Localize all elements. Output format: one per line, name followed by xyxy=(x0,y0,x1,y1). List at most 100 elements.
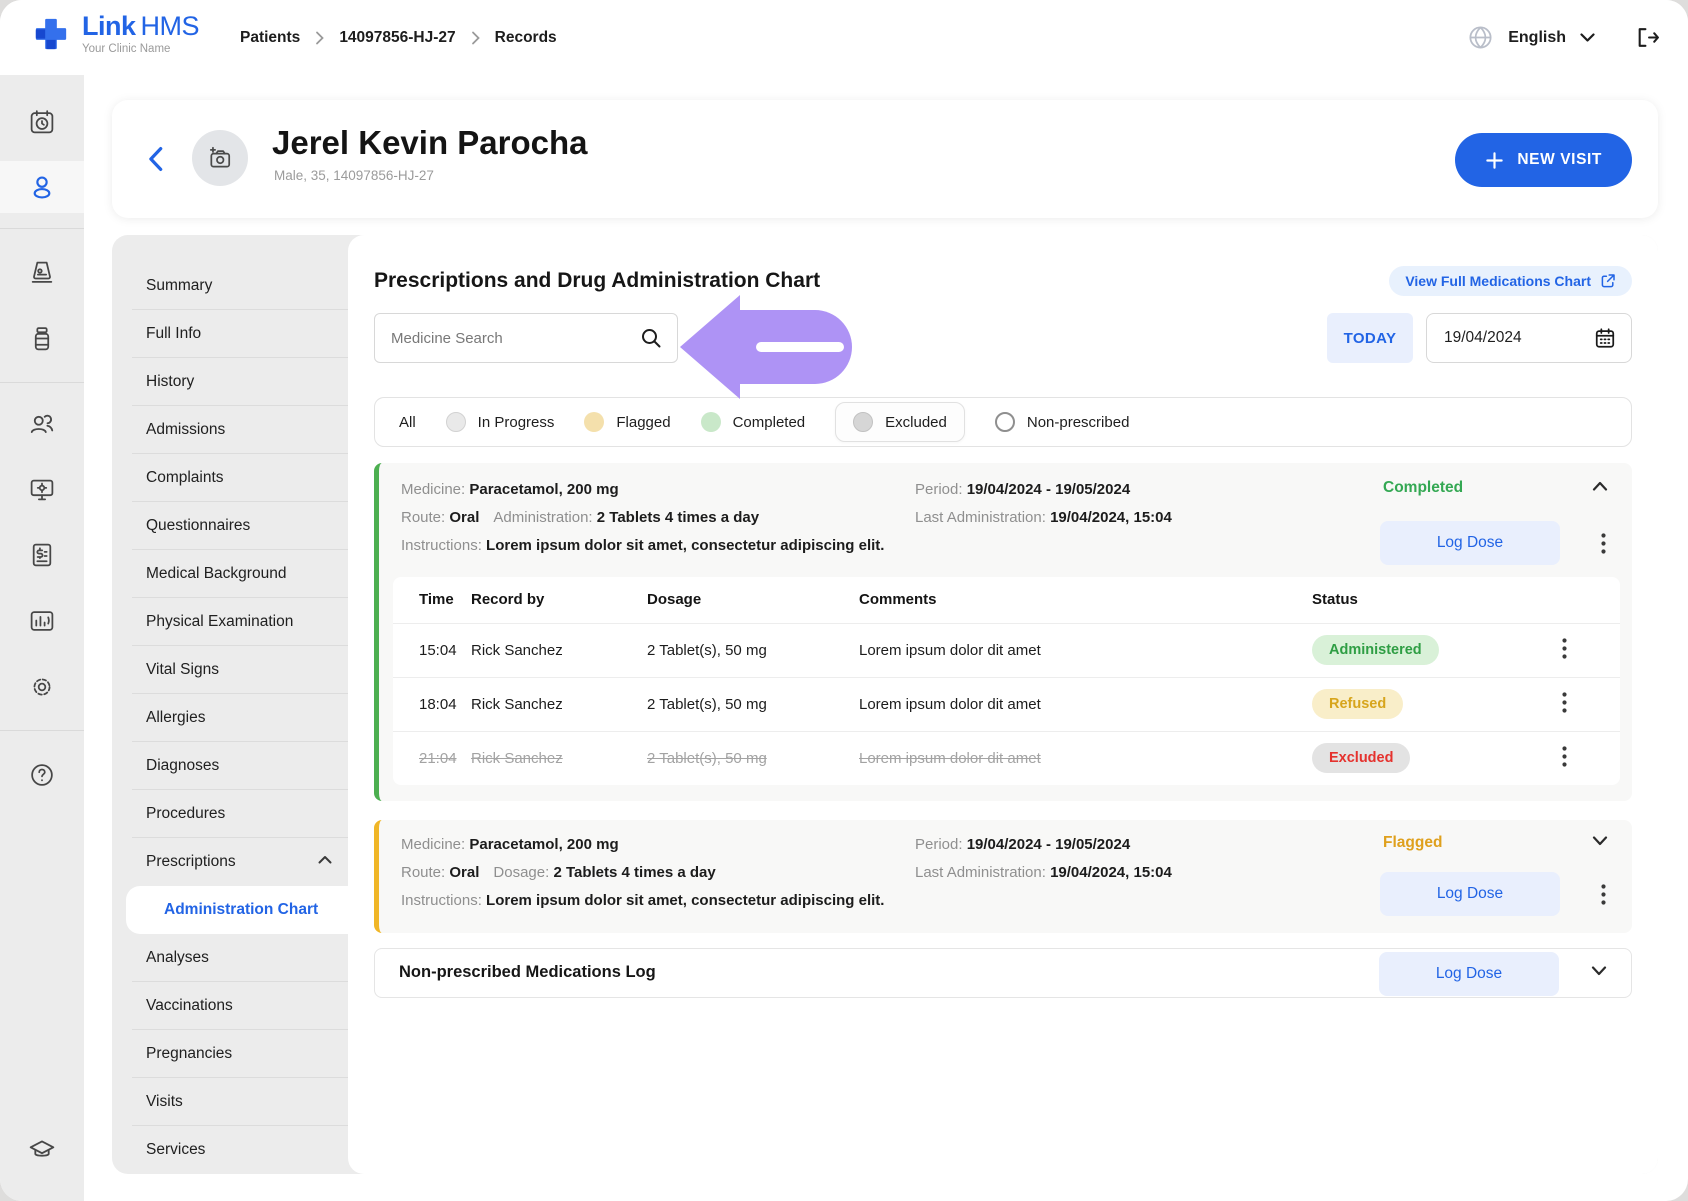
nav-item-vaccinations[interactable]: Vaccinations xyxy=(112,982,348,1030)
nav-item-prescriptions[interactable]: Prescriptions xyxy=(112,838,348,886)
filter-non-prescribed[interactable]: Non-prescribed xyxy=(995,412,1130,432)
sidebar-divider xyxy=(0,228,84,229)
patient-header-card: Jerel Kevin Parocha Male, 35, 14097856-H… xyxy=(112,100,1658,218)
breadcrumb-separator-icon xyxy=(471,31,480,45)
workstation-icon[interactable] xyxy=(29,477,56,504)
col-status: Status xyxy=(1312,577,1562,623)
back-icon[interactable] xyxy=(148,146,163,172)
radio-excluded[interactable] xyxy=(853,412,873,432)
kebab-menu-icon[interactable] xyxy=(1562,638,1567,659)
nav-item-vital-signs[interactable]: Vital Signs xyxy=(112,646,348,694)
logo-cross-icon xyxy=(30,13,72,55)
chevron-down-icon[interactable] xyxy=(1580,33,1595,43)
help-icon[interactable] xyxy=(29,762,56,789)
logout-icon[interactable] xyxy=(1635,25,1660,50)
nav-item-history[interactable]: History xyxy=(112,358,348,406)
nav-item-services[interactable]: Services xyxy=(112,1126,348,1174)
col-comments: Comments xyxy=(859,577,1312,623)
app-logo[interactable]: LinkHMS Your Clinic Name xyxy=(30,13,199,56)
filter-all[interactable]: All xyxy=(399,414,416,431)
plus-icon xyxy=(1485,151,1504,170)
non-prescribed-log-title: Non-prescribed Medications Log xyxy=(399,963,656,982)
status-filter-bar: All In Progress Flagged Completed Exclud… xyxy=(374,397,1632,447)
radio-completed[interactable] xyxy=(701,412,721,432)
patient-name: Jerel Kevin Parocha xyxy=(272,124,588,162)
radio-non-prescribed[interactable] xyxy=(995,412,1015,432)
status-badge-excluded: Excluded xyxy=(1312,743,1410,773)
lab-icon[interactable] xyxy=(29,259,56,286)
filter-excluded-selected[interactable]: Excluded xyxy=(835,402,965,442)
medication-card-completed: Medicine: Paracetamol, 200 mg Period: 19… xyxy=(374,463,1632,801)
brand-name: LinkHMS xyxy=(82,13,199,40)
billing-icon[interactable] xyxy=(29,542,56,569)
schedule-icon[interactable] xyxy=(29,109,56,136)
medicine-search-input[interactable] xyxy=(374,313,678,363)
nav-item-allergies[interactable]: Allergies xyxy=(112,694,348,742)
medicine-value: Paracetamol, 200 mg xyxy=(469,481,618,498)
nav-item-summary[interactable]: Summary xyxy=(112,262,348,310)
camera-plus-icon xyxy=(207,145,233,171)
patient-avatar[interactable] xyxy=(192,130,248,186)
nav-item-questionnaires[interactable]: Questionnaires xyxy=(112,502,348,550)
nav-item-administration-chart[interactable]: Administration Chart xyxy=(126,886,348,934)
expand-chevron-down-icon[interactable] xyxy=(1591,966,1607,976)
dose-row-excluded: 21:04 Rick Sanchez 2 Tablet(s), 50 mg Lo… xyxy=(393,731,1620,785)
nav-item-physical-examination[interactable]: Physical Examination xyxy=(112,598,348,646)
calendar-icon xyxy=(1594,327,1616,349)
reports-icon[interactable] xyxy=(29,608,56,635)
filter-completed[interactable]: Completed xyxy=(701,412,806,432)
new-visit-label: NEW VISIT xyxy=(1517,151,1602,169)
nav-item-complaints[interactable]: Complaints xyxy=(112,454,348,502)
view-full-medications-chart-link[interactable]: View Full Medications Chart xyxy=(1389,266,1632,296)
external-link-icon xyxy=(1600,273,1616,289)
icon-sidebar xyxy=(0,75,84,1201)
kebab-menu-icon[interactable] xyxy=(1562,692,1567,713)
col-record-by: Record by xyxy=(471,577,647,623)
kebab-menu-icon[interactable] xyxy=(1601,884,1606,905)
breadcrumb-patient-id[interactable]: 14097856-HJ-27 xyxy=(339,29,455,47)
administration-chart-panel: Prescriptions and Drug Administration Ch… xyxy=(348,235,1658,1174)
date-picker[interactable]: 19/04/2024 xyxy=(1426,313,1632,363)
expand-chevron-down-icon[interactable] xyxy=(1592,836,1608,846)
nav-item-pregnancies[interactable]: Pregnancies xyxy=(112,1030,348,1078)
chevron-up-icon xyxy=(318,855,332,864)
medications-icon[interactable] xyxy=(29,326,56,353)
education-icon[interactable] xyxy=(28,1136,56,1164)
nav-item-diagnoses[interactable]: Diagnoses xyxy=(112,742,348,790)
nav-item-admissions[interactable]: Admissions xyxy=(112,406,348,454)
filter-flagged[interactable]: Flagged xyxy=(584,412,670,432)
radio-flagged[interactable] xyxy=(584,412,604,432)
medication-card-flagged: Medicine: Paracetamol, 200 mg Period: 19… xyxy=(374,820,1632,933)
dose-table: Time Record by Dosage Comments Status 15… xyxy=(393,577,1620,785)
log-dose-button[interactable]: Log Dose xyxy=(1379,952,1559,996)
filter-in-progress[interactable]: In Progress xyxy=(446,412,555,432)
status-badge-refused: Refused xyxy=(1312,689,1403,719)
record-nav-menu: Summary Full Info History Admissions Com… xyxy=(112,235,348,1174)
staff-icon[interactable] xyxy=(28,410,56,438)
nav-item-analyses[interactable]: Analyses xyxy=(112,934,348,982)
nav-item-procedures[interactable]: Procedures xyxy=(112,790,348,838)
log-dose-button[interactable]: Log Dose xyxy=(1380,521,1560,565)
breadcrumb-patients[interactable]: Patients xyxy=(240,29,300,47)
breadcrumb-records: Records xyxy=(495,29,557,47)
dose-row: 18:04 Rick Sanchez 2 Tablet(s), 50 mg Lo… xyxy=(393,677,1620,731)
sidebar-divider xyxy=(0,382,84,383)
nav-item-medical-background[interactable]: Medical Background xyxy=(112,550,348,598)
date-value: 19/04/2024 xyxy=(1444,329,1522,347)
log-dose-button[interactable]: Log Dose xyxy=(1380,872,1560,916)
language-selector[interactable]: English xyxy=(1508,29,1566,47)
app-window: LinkHMS Your Clinic Name Patients 140978… xyxy=(0,0,1688,1201)
patients-icon[interactable] xyxy=(28,173,56,201)
kebab-menu-icon[interactable] xyxy=(1562,746,1567,767)
settings-icon[interactable] xyxy=(29,674,56,701)
collapse-chevron-up-icon[interactable] xyxy=(1592,481,1608,491)
nav-item-full-info[interactable]: Full Info xyxy=(112,310,348,358)
kebab-menu-icon[interactable] xyxy=(1601,533,1606,554)
today-button[interactable]: TODAY xyxy=(1327,313,1413,363)
new-visit-button[interactable]: NEW VISIT xyxy=(1455,133,1632,187)
col-time: Time xyxy=(393,577,471,623)
content-region: Summary Full Info History Admissions Com… xyxy=(112,235,1658,1174)
card-status-completed: Completed xyxy=(1383,479,1463,497)
nav-item-visits[interactable]: Visits xyxy=(112,1078,348,1126)
radio-in-progress[interactable] xyxy=(446,412,466,432)
